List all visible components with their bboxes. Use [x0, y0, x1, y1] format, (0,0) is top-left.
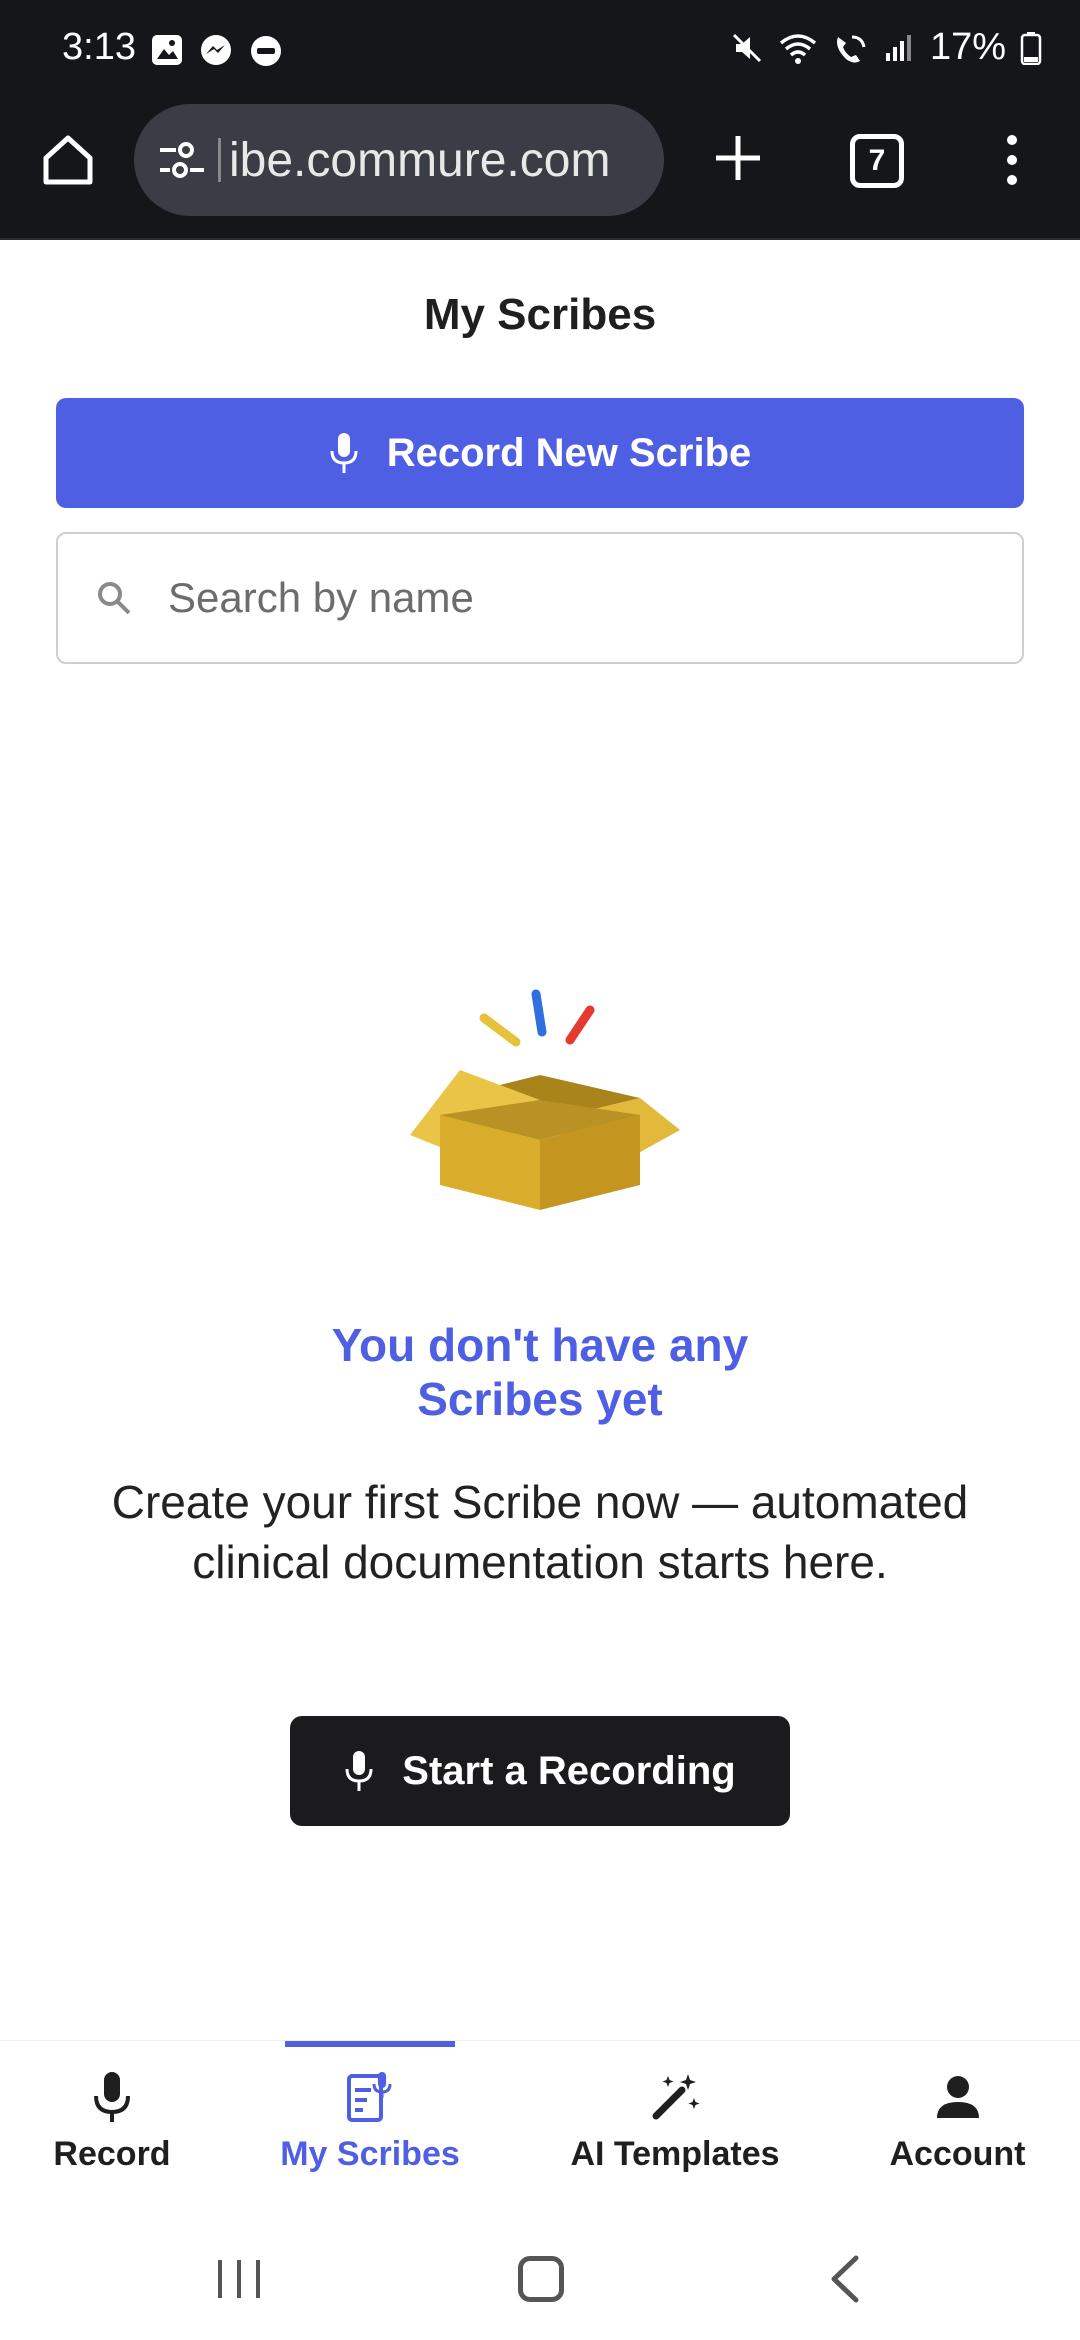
tabs-icon[interactable]: 7 — [850, 134, 904, 188]
nav-item-account[interactable]: Account — [870, 2041, 1045, 2211]
battery-percent: 17% — [929, 26, 1006, 68]
search-field[interactable] — [56, 532, 1024, 664]
browser-toolbar: ibe.commure.com 7 — [0, 100, 1080, 240]
record-new-scribe-label: Record New Scribe — [386, 430, 752, 475]
nav-item-record[interactable]: Record — [30, 2041, 194, 2211]
new-tab-icon[interactable] — [708, 128, 768, 188]
nav-label-record: Record — [53, 2135, 171, 2173]
search-icon — [98, 582, 131, 615]
recent-apps-icon[interactable] — [214, 2256, 264, 2302]
image-icon — [152, 35, 182, 65]
site-settings-icon[interactable] — [156, 140, 208, 180]
empty-box-illustration — [410, 989, 680, 1210]
nav-label-ai-templates: AI Templates — [570, 2135, 780, 2173]
home-icon[interactable] — [38, 130, 98, 190]
start-recording-button[interactable]: Start a Recording — [290, 1716, 790, 1826]
empty-state-title-line1: You don't have any — [331, 1319, 749, 1371]
signal-icon — [885, 34, 911, 61]
system-navigation-bar — [0, 2210, 1080, 2340]
more-menu-icon[interactable] — [1000, 130, 1024, 190]
magic-wand-icon — [652, 2074, 700, 2120]
battery-icon — [1020, 31, 1042, 65]
address-bar[interactable]: ibe.commure.com — [134, 104, 664, 216]
start-recording-label: Start a Recording — [402, 1748, 736, 1793]
nav-label-my-scribes: My Scribes — [280, 2135, 460, 2173]
status-left-icons — [150, 33, 284, 69]
bottom-navigation: Record My Scribes AI Templates Account — [0, 2040, 1080, 2210]
system-home-icon[interactable] — [518, 2256, 564, 2302]
nav-label-account: Account — [889, 2135, 1026, 2173]
status-bar: 3:13 17% — [0, 0, 1080, 100]
empty-state-title-line2: Scribes yet — [417, 1373, 663, 1425]
microphone-icon — [345, 1751, 373, 1791]
empty-state-title: You don't have any Scribes yet — [0, 1318, 1080, 1426]
record-new-scribe-button[interactable]: Record New Scribe — [56, 398, 1024, 508]
messenger-icon — [201, 35, 231, 65]
dnd-icon — [251, 36, 281, 66]
wifi-icon — [779, 33, 817, 64]
scribes-icon — [347, 2072, 392, 2122]
wifi-call-icon — [836, 35, 866, 63]
page-title: My Scribes — [423, 290, 657, 339]
nav-item-ai-templates[interactable]: AI Templates — [560, 2041, 790, 2211]
status-right: 17% — [730, 26, 1042, 69]
url-text[interactable]: ibe.commure.com — [218, 133, 610, 188]
back-icon[interactable] — [826, 2254, 862, 2304]
nav-item-my-scribes[interactable]: My Scribes — [270, 2041, 470, 2211]
mute-icon — [732, 33, 761, 62]
microphone-icon — [94, 2072, 130, 2122]
empty-state-description-line2: clinical documentation starts here. — [192, 1536, 888, 1588]
search-input[interactable] — [168, 574, 988, 622]
microphone-icon — [330, 433, 358, 473]
person-icon — [936, 2076, 979, 2118]
empty-state-description: Create your first Scribe now — automated… — [60, 1472, 1020, 1592]
empty-state-description-line1: Create your first Scribe now — automated — [111, 1476, 969, 1528]
status-time: 3:13 — [62, 26, 136, 68]
